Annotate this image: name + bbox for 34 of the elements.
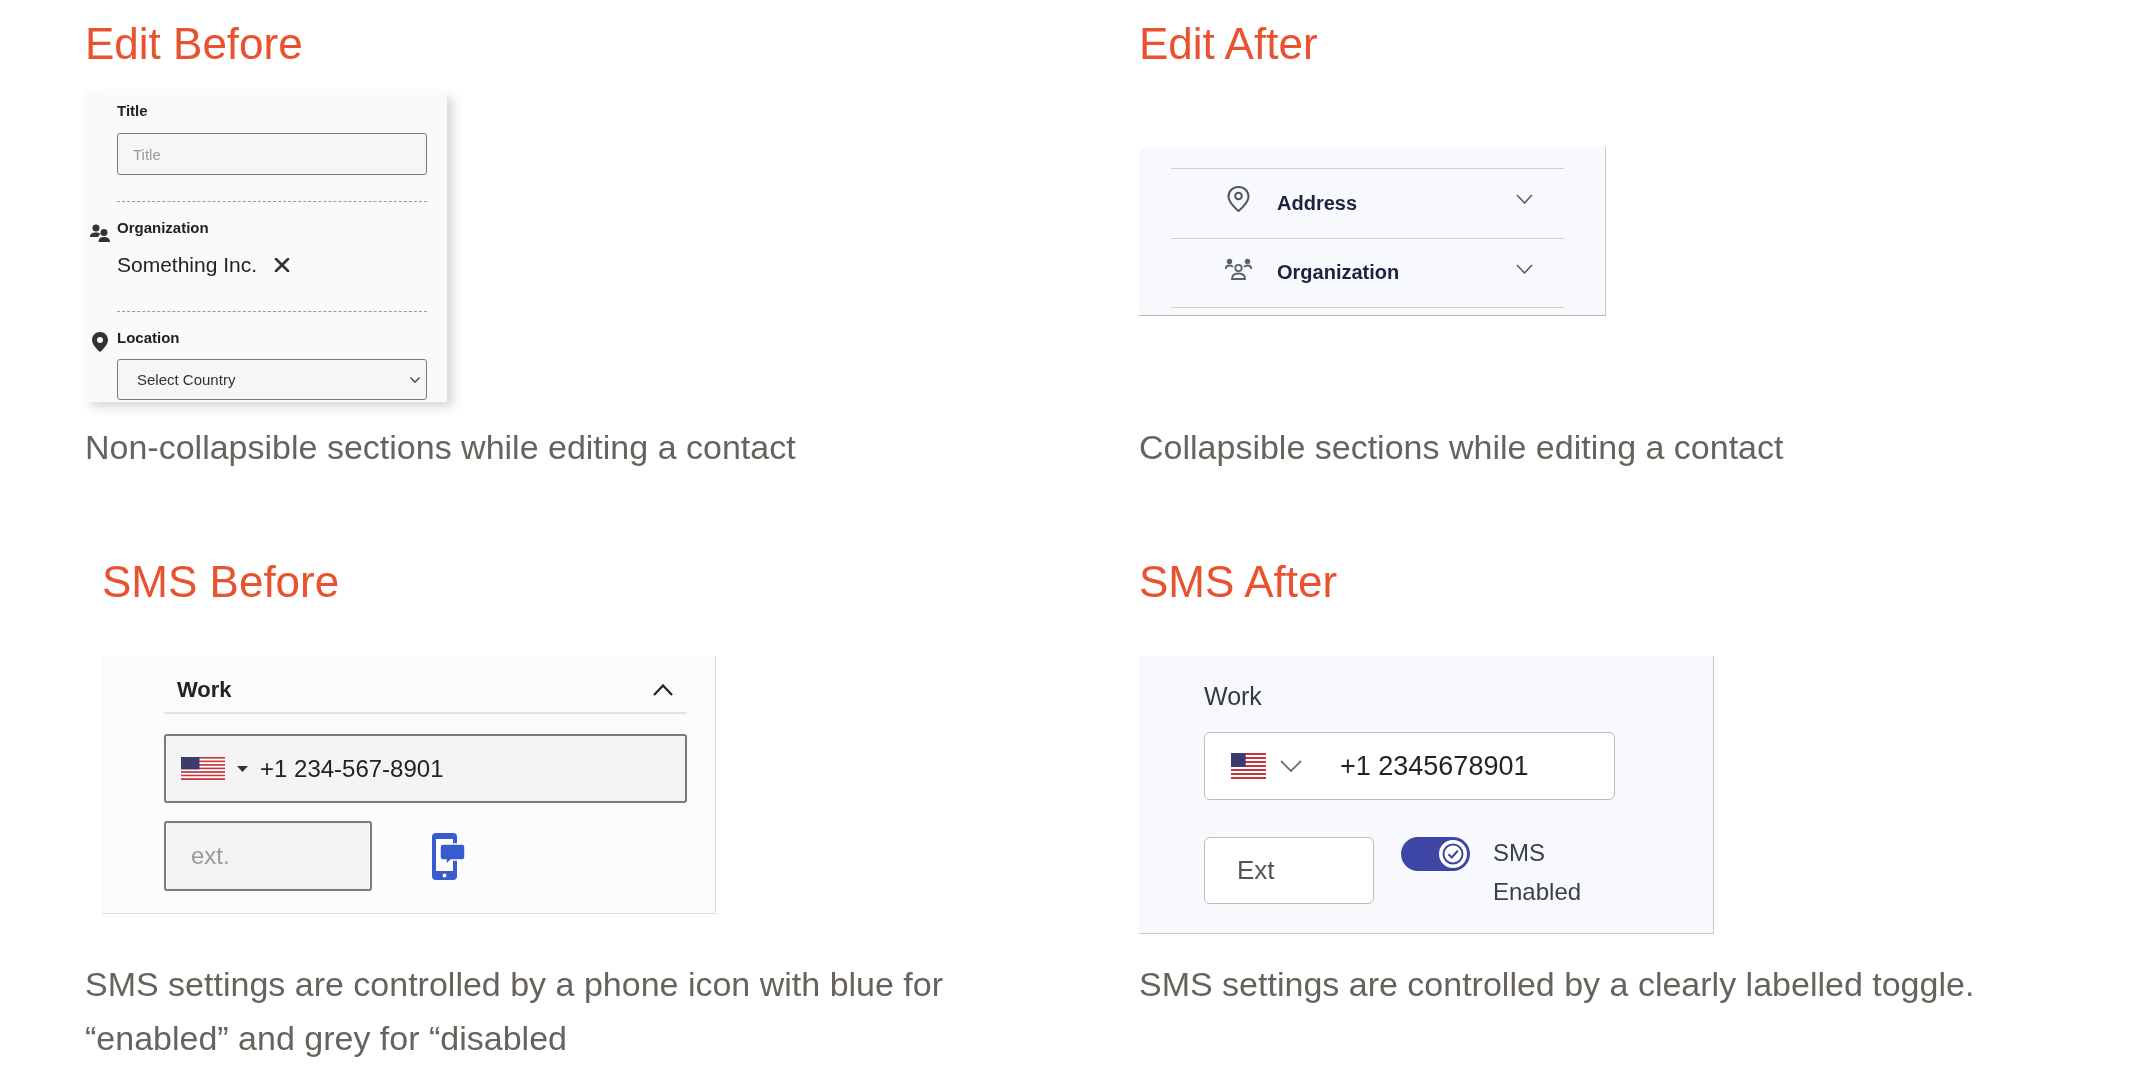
check-icon — [1439, 840, 1467, 868]
close-icon[interactable] — [274, 258, 291, 272]
field-label: Work — [1204, 681, 1262, 711]
phone-input[interactable]: +1 234-567-8901 — [164, 734, 687, 803]
location-pin-icon — [92, 332, 108, 352]
people-icon — [90, 224, 110, 242]
section-header[interactable]: Address — [1171, 169, 1564, 239]
section-header[interactable]: Work — [164, 656, 687, 714]
selected-value: Something Inc. — [117, 253, 258, 277]
caption: Collapsible sections while editing a contact — [1139, 427, 1784, 468]
country-select[interactable]: Select Country — [117, 359, 427, 400]
caption: SMS settings are controlled by a clearly labelled toggle. — [1139, 964, 1975, 1005]
chevron-down-icon[interactable] — [1280, 760, 1302, 772]
toggle-switch[interactable] — [1401, 837, 1470, 871]
section-heading: SMS After — [1139, 557, 1338, 607]
phone-input[interactable]: +1 2345678901 — [1204, 732, 1615, 800]
caret-icon[interactable] — [237, 765, 248, 772]
group-icon — [1225, 257, 1252, 280]
section-header[interactable]: Organization — [1171, 238, 1564, 308]
flag-icon — [1231, 753, 1266, 779]
section-heading: Edit Before — [85, 19, 303, 69]
field-label: Organization — [117, 219, 209, 237]
flag-icon — [181, 757, 225, 780]
toggle-label: SMS Enabled — [1493, 838, 1583, 907]
field-label: Title — [117, 102, 148, 120]
extension-input[interactable]: Ext — [1204, 837, 1374, 904]
location-pin-icon — [1227, 186, 1250, 213]
caption: Non-collapsible sections while editing a contact — [85, 427, 796, 468]
caption: SMS settings are controlled by a phone icon with blue for “enabled” and grey for “disabled — [85, 964, 945, 1059]
phone-message-icon[interactable] — [432, 832, 465, 880]
field-label: Location — [117, 329, 180, 347]
section-heading: Edit After — [1139, 19, 1318, 69]
section-heading: SMS Before — [102, 557, 340, 607]
chevron-down-icon — [410, 376, 420, 383]
